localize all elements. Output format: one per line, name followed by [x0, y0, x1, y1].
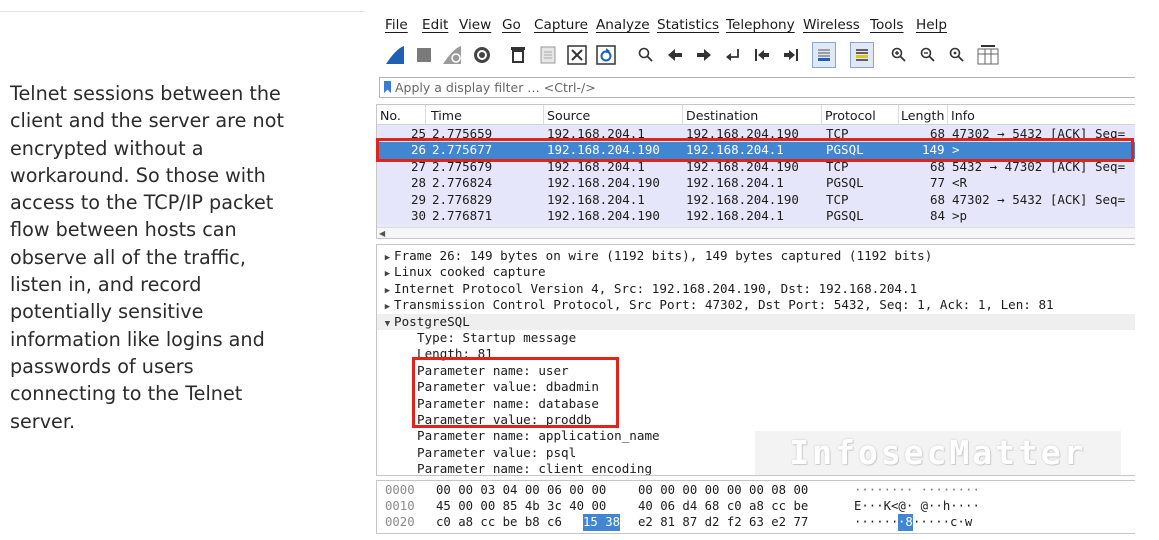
options-gear-icon[interactable] [470, 42, 494, 68]
menu-statistics[interactable]: Statistics [657, 17, 719, 33]
watermark-logo: InfosecMatter [755, 431, 1121, 475]
forward-arrow-icon[interactable] [692, 42, 716, 68]
zoom-in-icon[interactable] [887, 42, 911, 68]
column-time[interactable]: Time [431, 108, 462, 123]
column-source[interactable]: Source [547, 108, 590, 123]
back-arrow-icon[interactable] [663, 42, 687, 68]
menu-file[interactable]: File [385, 17, 408, 33]
main-toolbar [376, 40, 1135, 72]
packet-list-header: No. Time Source Destination Protocol Len… [377, 105, 1135, 125]
autoscroll-icon[interactable] [812, 42, 836, 68]
packet-row[interactable]: 30 2.776871 192.168.204.190 192.168.204.… [377, 207, 1135, 225]
restart-icon[interactable] [440, 42, 464, 68]
tree-field[interactable]: Type: Startup message [417, 330, 576, 346]
tree-field[interactable]: Parameter name: client_encoding [417, 461, 652, 475]
packet-row[interactable]: 28 2.776824 192.168.204.190 192.168.204.… [377, 175, 1135, 192]
tree-item-postgresql[interactable]: ▼ PostgreSQL [377, 313, 1135, 332]
packet-list-pane: No. Time Source Destination Protocol Len… [376, 104, 1135, 239]
close-file-icon[interactable] [565, 42, 589, 68]
menu-help[interactable]: Help [916, 17, 947, 33]
scroll-left-icon[interactable]: ◀ [379, 229, 385, 238]
display-filter-bar [379, 77, 1135, 98]
colorize-icon[interactable] [850, 42, 874, 68]
column-no[interactable]: No. [380, 108, 401, 123]
menu-tools[interactable]: Tools [870, 17, 904, 33]
bytes-row[interactable]: 0010 45 00 00 85 4b 3c 40 00 40 06 d4 68… [377, 498, 1135, 514]
menu-view[interactable]: View [459, 17, 491, 33]
column-destination[interactable]: Destination [686, 108, 758, 123]
selected-ascii[interactable]: ·8 [898, 514, 913, 531]
display-filter-input[interactable] [395, 79, 1125, 96]
top-divider [0, 11, 365, 12]
tree-item-frame[interactable]: ▶ Frame 26: 149 bytes on wire (1192 bits)… [381, 248, 933, 264]
horizontal-scrollbar[interactable]: ◀ [377, 227, 1135, 238]
zoom-normal-icon[interactable] [945, 42, 969, 68]
column-length[interactable]: Length [901, 108, 944, 123]
menu-telephony[interactable]: Telephony [726, 17, 795, 33]
open-file-icon[interactable] [506, 42, 530, 68]
search-icon[interactable] [634, 42, 658, 68]
tree-item-tcp[interactable]: ▶ Transmission Control Protocol, Src Port… [381, 297, 1054, 313]
first-packet-icon[interactable] [750, 42, 774, 68]
bytes-row[interactable]: 0000 00 00 03 04 00 06 00 00 00 00 00 00… [377, 482, 1135, 498]
tree-item-ipv4[interactable]: ▶ Internet Protocol Version 4, Src: 192.1… [381, 281, 917, 297]
shark-fin-icon[interactable] [383, 42, 407, 68]
tree-field[interactable]: Parameter name: application_name [417, 428, 660, 444]
stop-icon[interactable] [412, 42, 436, 68]
column-info[interactable]: Info [951, 108, 975, 123]
selected-bytes[interactable]: 15 38 [583, 514, 621, 531]
zoom-out-icon[interactable] [916, 42, 940, 68]
description-text: Telnet sessions between the client and t… [10, 82, 284, 433]
go-to-packet-icon[interactable] [721, 42, 745, 68]
packet-row[interactable]: 29 2.776829 192.168.204.1 192.168.204.19… [377, 191, 1135, 208]
reload-icon[interactable] [594, 42, 618, 68]
tree-item-linux-cooked[interactable]: ▶ Linux cooked capture [381, 264, 546, 280]
menu-wireless[interactable]: Wireless [803, 17, 860, 33]
save-file-icon[interactable] [536, 42, 560, 68]
collapse-arrow-icon[interactable]: ▼ [381, 316, 394, 332]
bytes-row[interactable]: 0020 c0 a8 cc be b8 c6 15 38 e2 81 87 d2… [377, 514, 1135, 531]
column-protocol[interactable]: Protocol [825, 108, 876, 123]
bookmark-icon[interactable] [384, 81, 391, 93]
packet-bytes-pane: 0000 00 00 03 04 00 06 00 00 00 00 00 00… [376, 480, 1135, 534]
menu-go[interactable]: Go [502, 17, 521, 33]
resize-columns-icon[interactable] [976, 42, 1000, 68]
menu-bar: File Edit View Go Capture Analyze Statis… [376, 15, 1135, 37]
menu-edit[interactable]: Edit [422, 17, 448, 33]
menu-capture[interactable]: Capture [534, 17, 588, 33]
highlight-box-selected-packet [376, 138, 1134, 162]
tree-field[interactable]: Parameter value: psql [417, 445, 576, 461]
last-packet-icon[interactable] [779, 42, 803, 68]
menu-analyze[interactable]: Analyze [596, 17, 650, 33]
highlight-box-credentials [412, 357, 619, 428]
